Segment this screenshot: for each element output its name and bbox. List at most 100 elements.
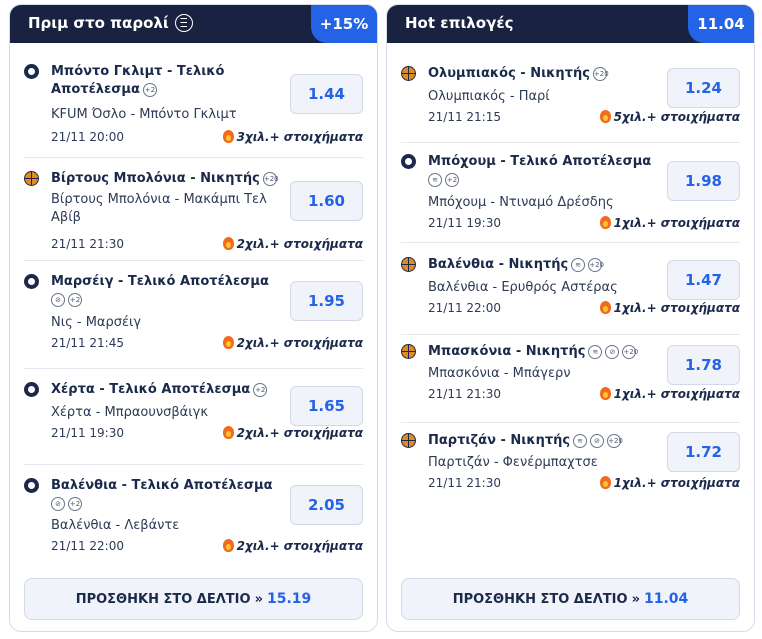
market-title: Βαλένθια - Νικητής ≋ +20 [428, 256, 604, 273]
double-chevron-icon: » [631, 591, 640, 607]
teams-label: Βαλένθια - Ερυθρός Αστέρας [428, 279, 618, 297]
market-extras: ⊘ +2 [48, 291, 82, 308]
bets-count-text: 2χιλ.+ στοιχήματα [236, 426, 363, 440]
bets-count-text: 5χιλ.+ στοιχήματα [613, 110, 740, 124]
teams-label: Βαλένθια - Λεβάντε [51, 517, 179, 535]
basketball-icon [401, 66, 416, 81]
boost-parlay-card: Πριμ στο παρολί +15% Μπόντο Γκλιμτ - Τελ… [9, 4, 378, 632]
card-header: Hot επιλογές 11.04 [387, 5, 754, 43]
match-row[interactable]: Μπόχουμ - Τελικό Αποτέλεσμα ≋ +2 Μπόχουμ - … [401, 143, 740, 243]
odds-button[interactable]: 1.65 [290, 386, 363, 426]
market-title-text: Βίρτους Μπολόνια - Νικητής [51, 171, 260, 186]
odds-button[interactable]: 1.98 [667, 161, 740, 201]
stack-icon [174, 14, 193, 32]
match-date: 21/11 20:00 [51, 130, 124, 144]
bets-count: 1χιλ.+ στοιχήματα [599, 476, 740, 490]
match-row[interactable]: Μπόντο Γκλιμτ - Τελικό Αποτέλεσμα +2 KFUM Ό… [24, 51, 363, 158]
match-date: 21/11 22:00 [51, 539, 124, 553]
match-row[interactable]: Χέρτα - Τελικό Αποτέλεσμα +2 Χέρτα - Μπραο… [24, 369, 363, 465]
market-feature-icon: ≋ [571, 257, 586, 272]
football-icon [24, 64, 39, 79]
market-feature-icon: +20 [592, 66, 609, 81]
bets-count: 1χιλ.+ στοιχήματα [599, 301, 740, 315]
market-title-text: Μπόντο Γκλιμτ - Τελικό [51, 64, 225, 79]
bets-count: 2χιλ.+ στοιχήματα [222, 237, 363, 251]
market-title: Μπόχουμ - Τελικό Αποτέλεσμα [428, 153, 651, 170]
odds-button[interactable]: 1.44 [290, 74, 363, 114]
fire-icon [222, 426, 234, 439]
match-row[interactable]: Ολυμπιακός - Νικητής +20 Ολυμπιακός - Παρί… [401, 51, 740, 143]
match-row[interactable]: Βίρτους Μπολόνια - Νικητής +20 Βίρτους Μπο… [24, 158, 363, 261]
card-title: Πριμ στο παρολί [28, 14, 169, 32]
odds-button[interactable]: 1.95 [290, 281, 363, 321]
odds-button[interactable]: 1.72 [667, 432, 740, 472]
teams-text: Παρτιζάν - Φενέρμπαχτσε [428, 455, 598, 470]
bets-count-text: 2χιλ.+ στοιχήματα [236, 539, 363, 553]
teams-label: Χέρτα - Μπραουνσβάιγκ [51, 404, 208, 422]
market-feature-icon: +2 [142, 82, 157, 97]
total-odds-value: 15.19 [266, 591, 312, 607]
fire-icon [599, 216, 611, 229]
add-to-betslip-button[interactable]: ΠΡΟΣΘΗΚΗ ΣΤΟ ΔΕΛΤΙΟ » 11.04 [401, 578, 740, 620]
market-feature-icon: ⊘ [51, 292, 65, 307]
fire-icon [222, 539, 234, 552]
teams-label: Παρτιζάν - Φενέρμπαχτσε [428, 454, 598, 472]
match-row[interactable]: Παρτιζάν - Νικητής ≋ ⊘ +20 Παρτιζάν - Φενέρμ… [401, 423, 740, 523]
match-row[interactable]: Μαρσέιγ - Τελικό Αποτέλεσμα ⊘ +2 Νις - Μαρσ… [24, 261, 363, 369]
fire-icon [222, 336, 234, 349]
odds-button[interactable]: 2.05 [290, 485, 363, 525]
fire-icon [222, 130, 234, 143]
odds-button[interactable]: 1.60 [290, 181, 363, 221]
match-row[interactable]: Βαλένθια - Νικητής ≋ +20 Βαλένθια - Ερυθρός… [401, 243, 740, 335]
match-row[interactable]: Βαλένθια - Τελικό Αποτέλεσμα ⊘ +2 Βαλένθια … [24, 465, 363, 565]
fire-icon [599, 476, 611, 489]
match-date: 21/11 21:30 [428, 387, 501, 401]
market-feature-icon: +2 [68, 496, 82, 511]
teams-text: Ολυμπιακός - Παρί [428, 89, 550, 104]
market-feature-icon: ≋ [588, 344, 603, 359]
teams-label: Βίρτους Μπολόνια - Μακάμπι Τελ Αβίβ [51, 191, 267, 227]
match-date: 21/11 21:45 [51, 336, 124, 350]
card-title: Hot επιλογές [405, 14, 514, 32]
match-date: 21/11 22:00 [428, 301, 501, 315]
card-header: Πριμ στο παρολί +15% [10, 5, 377, 43]
bets-count-text: 2χιλ.+ στοιχήματα [236, 336, 363, 350]
fire-icon [599, 110, 611, 123]
market-title-text: Χέρτα - Τελικό Αποτέλεσμα [51, 382, 251, 397]
add-button-label: ΠΡΟΣΘΗΚΗ ΣΤΟ ΔΕΛΤΙΟ [75, 591, 251, 607]
match-date: 21/11 21:30 [428, 476, 501, 490]
market-feature-icon: +2 [253, 382, 268, 397]
market-extras: ⊘ +2 [48, 495, 82, 512]
bets-count: 1χιλ.+ στοιχήματα [599, 216, 740, 230]
add-to-betslip-button[interactable]: ΠΡΟΣΘΗΚΗ ΣΤΟ ΔΕΛΤΙΟ » 15.19 [24, 578, 363, 620]
match-date: 21/11 19:30 [51, 426, 124, 440]
bets-count: 3χιλ.+ στοιχήματα [222, 130, 363, 144]
odds-button[interactable]: 1.24 [667, 68, 740, 108]
bets-count: 1χιλ.+ στοιχήματα [599, 387, 740, 401]
match-row[interactable]: Μπασκόνια - Νικητής ≋ ⊘ +20 Μπασκόνια - Μπάγ… [401, 335, 740, 423]
market-feature-icon: +2 [445, 172, 459, 187]
market-feature-icon: ⊘ [51, 496, 65, 511]
market-title-text: Μαρσέιγ - Τελικό Αποτέλεσμα [51, 274, 269, 289]
basketball-icon [24, 171, 39, 186]
odds-button[interactable]: 1.47 [667, 260, 740, 300]
teams-text: Αβίβ [51, 210, 81, 225]
total-odds-badge: 11.04 [688, 5, 754, 43]
basketball-icon [401, 433, 416, 448]
market-feature-icon: +20 [588, 257, 604, 272]
market-feature-icon: ⊘ [590, 433, 605, 448]
market-title-text: Μπασκόνια - Νικητής [428, 344, 586, 359]
market-title: Βαλένθια - Τελικό Αποτέλεσμα [51, 477, 273, 494]
teams-label: Ολυμπιακός - Παρί [428, 88, 550, 106]
market-title: Ολυμπιακός - Νικητής +20 [428, 65, 609, 82]
market-feature-icon: ≋ [428, 172, 442, 187]
teams-label: KFUM Όσλο - Μπόντο Γκλιμτ [51, 106, 237, 124]
teams-text: Βαλένθια - Λεβάντε [51, 518, 180, 533]
odds-button[interactable]: 1.78 [667, 345, 740, 385]
match-date: 21/11 21:15 [428, 110, 501, 124]
football-icon [24, 382, 39, 397]
teams-text: Βίρτους Μπολόνια - Μακάμπι Τελ [51, 192, 267, 207]
bets-count-text: 1χιλ.+ στοιχήματα [613, 301, 740, 315]
teams-text: Νις - Μαρσέιγ [51, 315, 142, 330]
market-feature-icon: ≋ [573, 433, 588, 448]
